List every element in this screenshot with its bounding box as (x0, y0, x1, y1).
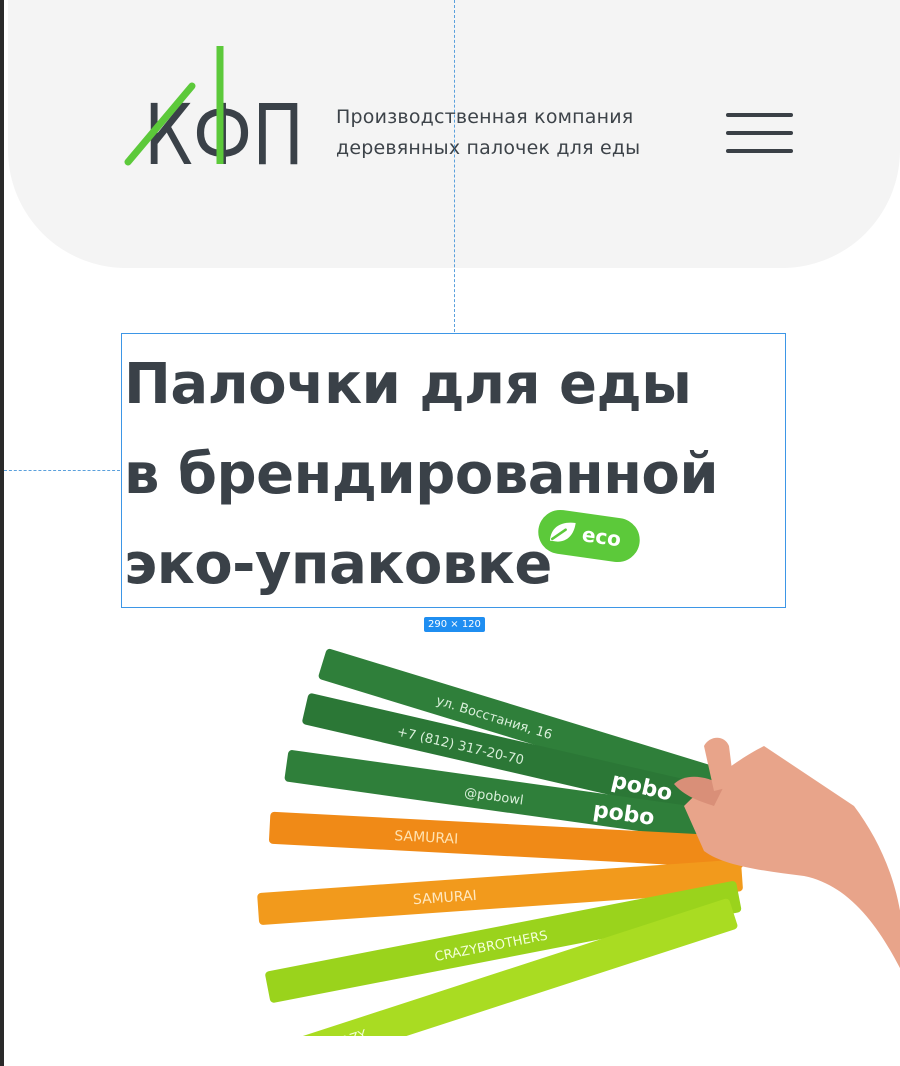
company-logo[interactable]: КФП (122, 42, 308, 170)
hamburger-menu-icon[interactable] (724, 110, 794, 158)
tagline-line-1: Производственная компания (336, 106, 634, 128)
company-tagline: Производственная компания деревянных пал… (336, 102, 640, 164)
horizontal-guide-line (4, 470, 120, 471)
page-canvas: КФП Производственная компания деревянных… (4, 0, 900, 1066)
tagline-line-2: деревянных палочек для еды (336, 137, 641, 159)
packet-fan: ул. Восстания, 16 +7 (812) 317-20-70 pob… (257, 648, 745, 1036)
selection-box[interactable] (121, 333, 786, 608)
selection-size-badge: 290 × 120 (424, 617, 485, 632)
packet-4-brand: SAMURAI (394, 828, 459, 847)
vertical-guide-line (454, 0, 455, 332)
product-photo-chopstick-packets: ул. Восстания, 16 +7 (812) 317-20-70 pob… (257, 648, 900, 1036)
logo-text: КФП (144, 86, 304, 170)
